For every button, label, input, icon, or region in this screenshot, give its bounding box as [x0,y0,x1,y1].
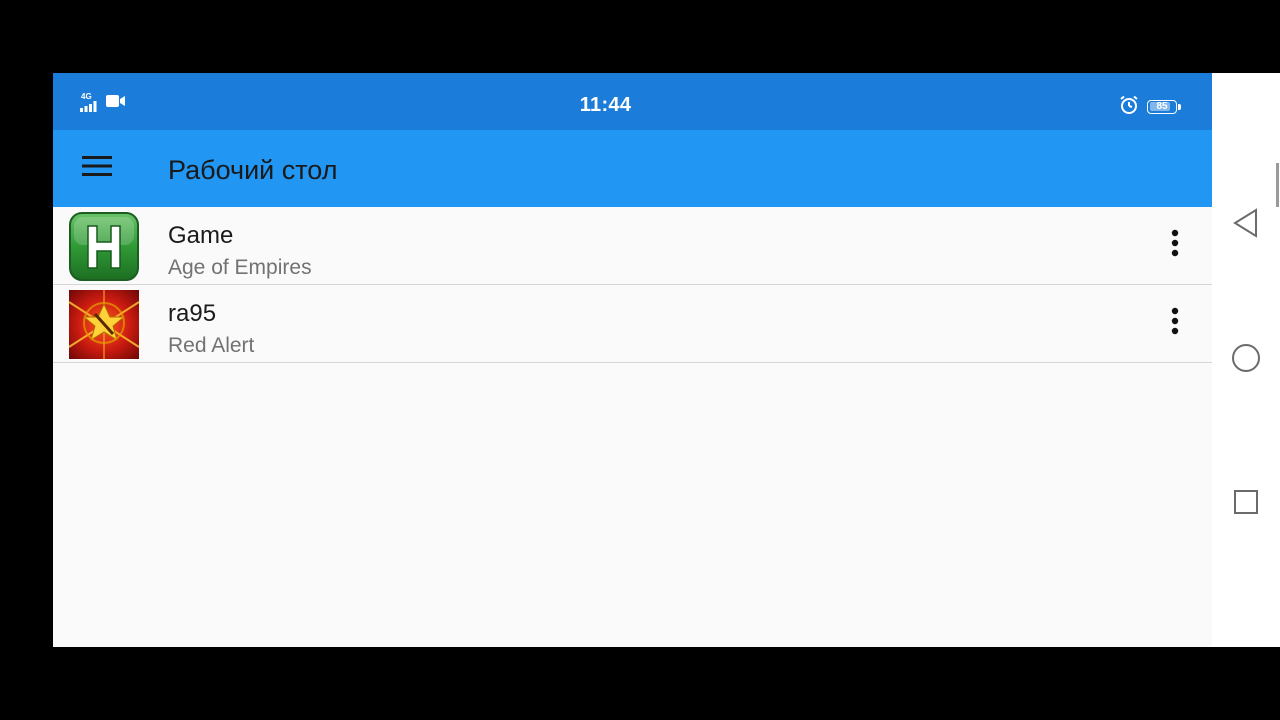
status-right-icons: 85 [1119,95,1181,120]
list-item-game[interactable]: Game Age of Empires [53,207,1212,285]
item-title: Game [168,222,234,249]
list-item-ra95[interactable]: ra95 Red Alert [53,285,1212,363]
battery-tip [1178,103,1181,110]
app-toolbar: Рабочий стол [53,130,1212,207]
page-title: Рабочий стол [168,155,338,185]
more-vertical-icon [1171,229,1179,262]
alarm-icon [1119,95,1139,120]
recents-button[interactable] [1224,482,1268,526]
phone-screen: 4G 11:44 85 Рабочий стол Game Age of Emp… [53,73,1280,647]
red-alert-app-icon [68,290,140,359]
item-subtitle: Red Alert [168,334,255,357]
battery-level: 85 [1156,100,1168,112]
home-icon [1231,343,1261,378]
hamburger-menu-icon [81,155,113,182]
green-h-app-icon [69,212,139,281]
back-icon [1232,207,1260,243]
battery-icon: 85 [1147,99,1181,116]
item-subtitle: Age of Empires [168,256,312,279]
app-window: 4G 11:44 85 Рабочий стол Game Age of Emp… [53,73,1212,647]
hamburger-menu-button[interactable] [73,148,121,188]
item-more-button[interactable] [1160,303,1190,343]
home-button[interactable] [1224,338,1268,382]
item-list: Game Age of Empires ra95 Red Alert [53,207,1212,363]
back-button[interactable] [1224,203,1268,247]
status-bar: 4G 11:44 85 [53,73,1212,130]
item-title: ra95 [168,300,217,327]
edge-gesture-handle [1274,163,1280,207]
recents-icon [1233,489,1259,520]
navigation-bar [1212,73,1280,647]
item-more-button[interactable] [1160,225,1190,265]
status-time: 11:44 [579,94,632,116]
more-vertical-icon [1171,307,1179,340]
